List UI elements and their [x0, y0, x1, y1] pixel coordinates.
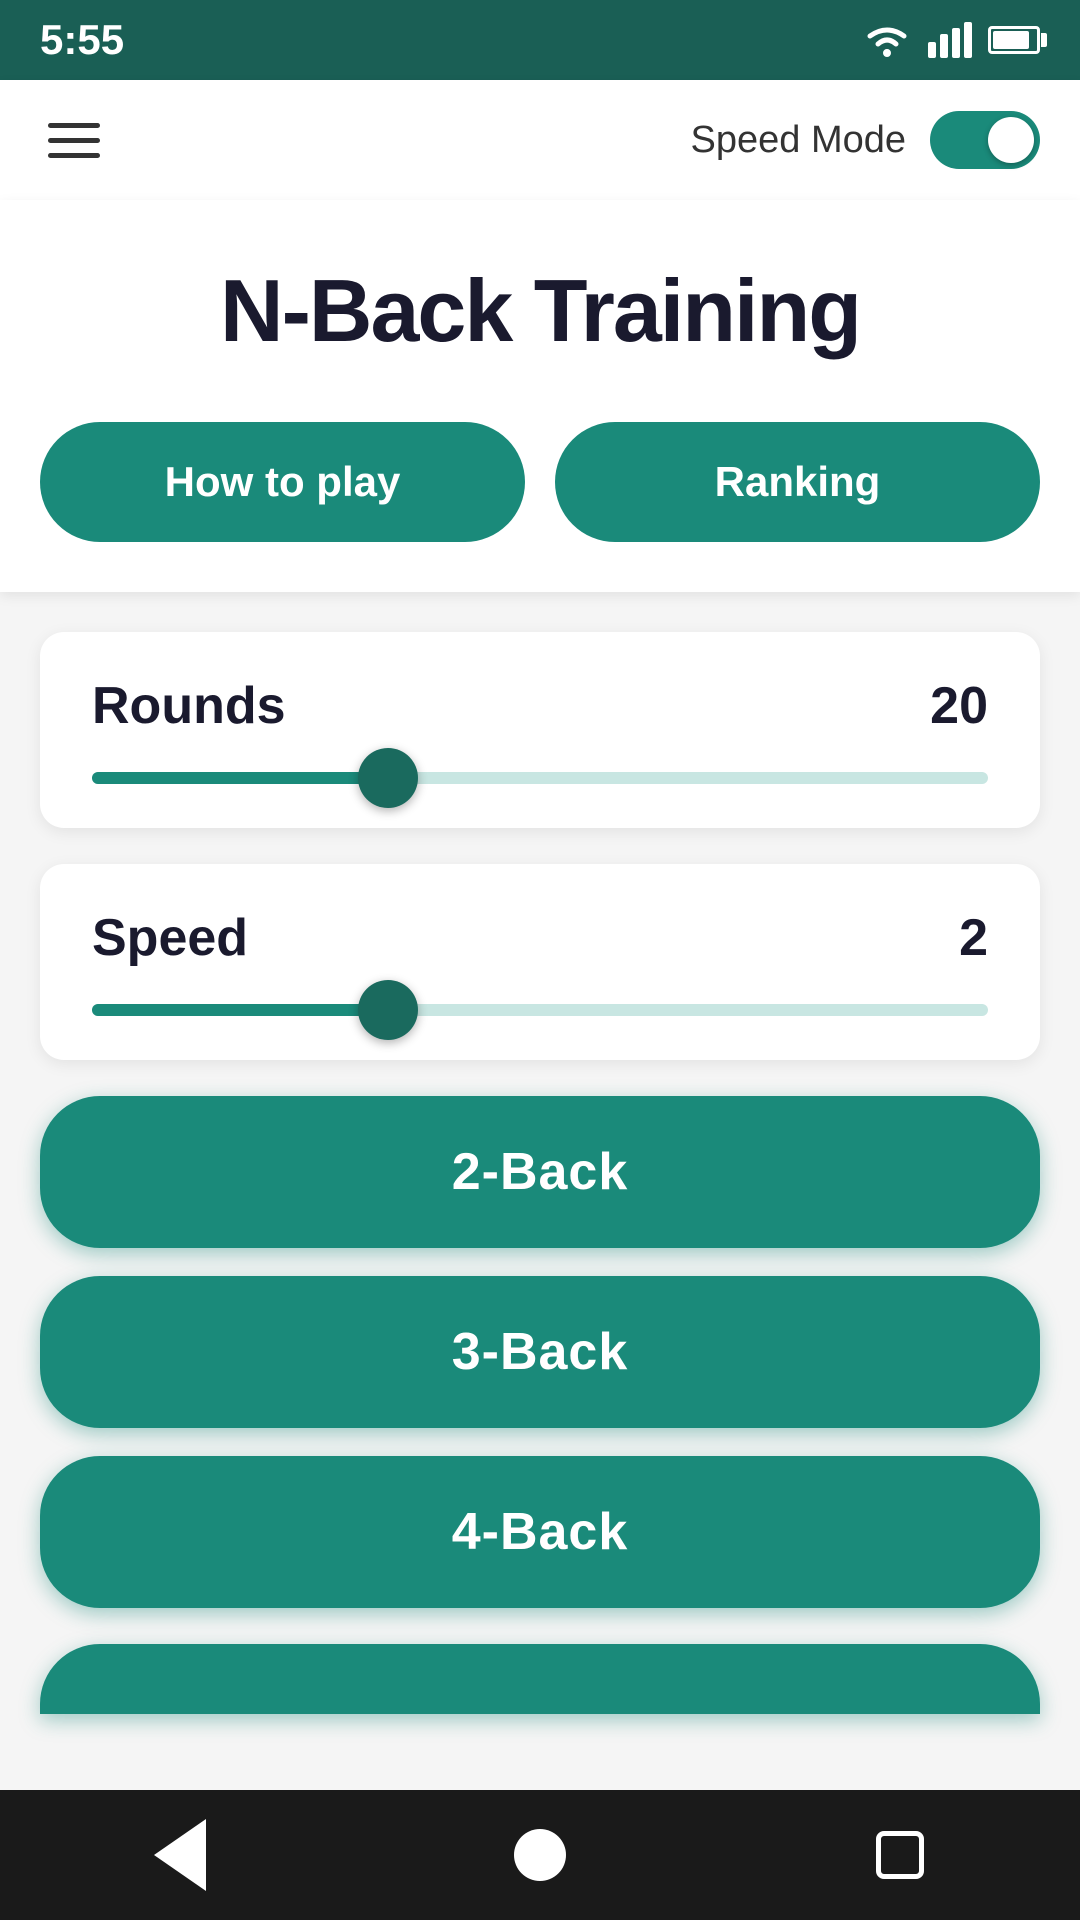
menu-button[interactable] [40, 115, 108, 166]
header-section: N-Back Training How to play Ranking [0, 200, 1080, 592]
two-back-button[interactable]: 2-Back [40, 1096, 1040, 1248]
speed-label: Speed [92, 908, 248, 968]
main-content: Rounds 20 Speed 2 2-Back 3-Back 4-Back [0, 592, 1080, 1790]
home-icon [514, 1829, 566, 1881]
status-bar: 5:55 [0, 0, 1080, 80]
back-icon [154, 1819, 206, 1891]
speed-value: 2 [959, 908, 988, 968]
rounds-slider-thumb[interactable] [358, 748, 418, 808]
speed-slider-track[interactable] [92, 1004, 988, 1016]
status-icons [862, 22, 1040, 58]
speed-mode-label: Speed Mode [691, 119, 907, 162]
how-to-play-button[interactable]: How to play [40, 422, 525, 542]
app-title: N-Back Training [40, 260, 1040, 362]
rounds-header: Rounds 20 [92, 676, 988, 736]
speed-mode-container: Speed Mode [691, 111, 1041, 169]
speed-slider-thumb[interactable] [358, 980, 418, 1040]
speed-mode-toggle[interactable] [930, 111, 1040, 169]
rounds-value: 20 [930, 676, 988, 736]
nav-back-button[interactable] [140, 1815, 220, 1895]
rounds-slider-track[interactable] [92, 772, 988, 784]
five-back-button-partial[interactable] [40, 1644, 1040, 1714]
battery-icon [988, 26, 1040, 54]
status-time: 5:55 [40, 16, 124, 64]
ranking-button[interactable]: Ranking [555, 422, 1040, 542]
nav-recents-button[interactable] [860, 1815, 940, 1895]
speed-header: Speed 2 [92, 908, 988, 968]
wifi-icon [862, 22, 912, 58]
recents-icon [876, 1831, 924, 1879]
header-buttons: How to play Ranking [40, 422, 1040, 542]
four-back-button[interactable]: 4-Back [40, 1456, 1040, 1608]
nav-home-button[interactable] [500, 1815, 580, 1895]
rounds-label: Rounds [92, 676, 286, 736]
speed-slider-card: Speed 2 [40, 864, 1040, 1060]
app-bar: Speed Mode [0, 80, 1080, 200]
nav-bar [0, 1790, 1080, 1920]
game-buttons: 2-Back 3-Back 4-Back [40, 1096, 1040, 1608]
rounds-slider-card: Rounds 20 [40, 632, 1040, 828]
speed-slider-fill [92, 1004, 388, 1016]
rounds-slider-fill [92, 772, 388, 784]
signal-icon [928, 22, 972, 58]
three-back-button[interactable]: 3-Back [40, 1276, 1040, 1428]
